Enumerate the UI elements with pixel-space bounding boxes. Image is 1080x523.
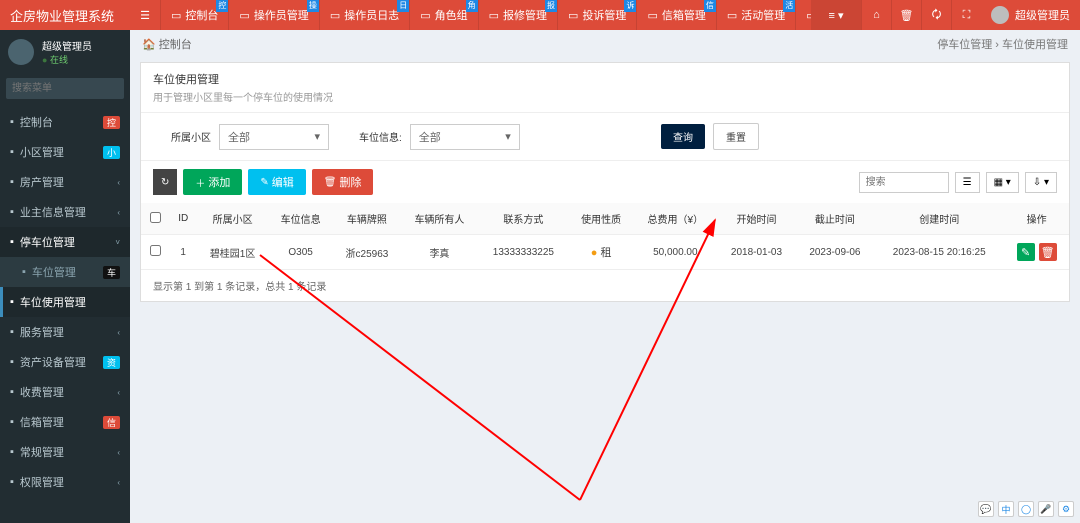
sidebar-item[interactable]: ▪常规管理‹	[0, 437, 130, 467]
edit-button[interactable]: ✎ 编辑	[248, 169, 305, 195]
sidebar-item[interactable]: ▪小区管理小	[0, 137, 130, 167]
column-header	[141, 203, 170, 235]
user-menu[interactable]: 超级管理员	[981, 0, 1080, 30]
top-tab[interactable]: ▭信箱管理信	[636, 0, 715, 30]
page-desc: 用于管理小区里每一个停车位的使用情况	[153, 89, 1057, 104]
refresh-icon[interactable]: 🗘	[921, 0, 951, 30]
add-button[interactable]: ＋添加	[183, 169, 242, 195]
column-header: 联系方式	[478, 203, 569, 235]
row-delete-button[interactable]: 🗑	[1039, 243, 1057, 261]
top-tab[interactable]: ▭操作员日志日	[319, 0, 409, 30]
sidebar-item[interactable]: ▪停车位管理˅	[0, 227, 130, 257]
table-search-input[interactable]	[859, 172, 949, 193]
filter-slot-select[interactable]: 全部▾	[410, 124, 520, 150]
select-all-checkbox[interactable]	[150, 212, 161, 223]
top-tab[interactable]: ▭控制台控	[160, 0, 228, 30]
page-title: 车位使用管理	[153, 71, 1057, 87]
delete-button[interactable]: 🗑 删除	[312, 169, 374, 195]
refresh-table-button[interactable]: ↻	[153, 169, 177, 195]
ft-circle-icon[interactable]: ◯	[1018, 501, 1034, 517]
breadcrumb: 停车位管理 › 车位使用管理	[937, 36, 1068, 52]
sidebar-item[interactable]: ▪服务管理‹	[0, 317, 130, 347]
sidebar-item[interactable]: ▪车位管理车	[0, 257, 130, 287]
view-grid-button[interactable]: ▦ ▾	[986, 172, 1019, 193]
app-logo: 企房物业管理系统	[0, 0, 130, 30]
column-header: 开始时间	[717, 203, 795, 235]
top-tab[interactable]: ▭投诉管理诉	[557, 0, 636, 30]
avatar	[8, 39, 34, 65]
user-panel: 超级管理员 在线	[0, 30, 130, 74]
ft-chat-icon[interactable]: 💬	[978, 501, 994, 517]
export-button[interactable]: ⇩ ▾	[1025, 172, 1057, 193]
panel-header: 车位使用管理 用于管理小区里每一个停车位的使用情况	[141, 63, 1069, 113]
column-header: 车辆牌照	[333, 203, 401, 235]
top-tab[interactable]: ▭活动管理活	[716, 0, 795, 30]
user-status: 在线	[42, 53, 92, 66]
sidebar-item[interactable]: ▪控制台控	[0, 107, 130, 137]
filter-community-label: 所属小区	[171, 129, 211, 144]
row-edit-button[interactable]: ✎	[1017, 243, 1035, 261]
view-list-button[interactable]: ☰	[955, 172, 980, 193]
search-button[interactable]: 查询	[661, 124, 705, 149]
sidebar-item[interactable]: ▪资产设备管理资	[0, 347, 130, 377]
sidebar-item[interactable]: ▪收费管理‹	[0, 377, 130, 407]
breadcrumb-home[interactable]: 🏠 控制台	[142, 36, 192, 52]
column-header: 创建时间	[874, 203, 1004, 235]
sidebar-item[interactable]: ▪业主信息管理‹	[0, 197, 130, 227]
menu-toggle[interactable]: ☰	[130, 0, 160, 30]
fullscreen-icon[interactable]: ⛶	[951, 0, 981, 30]
float-tools: 💬 中 ◯ 🎤 ⚙	[978, 501, 1074, 517]
column-header: 车位信息	[268, 203, 333, 235]
column-header: 所属小区	[197, 203, 268, 235]
reset-button[interactable]: 重置	[713, 123, 759, 150]
column-header: 车辆所有人	[401, 203, 478, 235]
row-checkbox[interactable]	[150, 245, 161, 256]
top-tab[interactable]: ▭角色组角	[409, 0, 477, 30]
trash-icon[interactable]: 🗑	[891, 0, 921, 30]
ft-lang-icon[interactable]: 中	[998, 501, 1014, 517]
column-header: 总费用（¥）	[633, 203, 717, 235]
table-row[interactable]: 1 碧桂园1区 O305 浙c25963 李真 13333333225 ● 租 …	[141, 235, 1069, 270]
column-header: ID	[170, 203, 197, 235]
sidebar-item[interactable]: ▪信箱管理信	[0, 407, 130, 437]
avatar	[991, 6, 1009, 24]
top-tab[interactable]: ▭房产管理房	[795, 0, 811, 30]
user-name-top: 超级管理员	[1015, 7, 1070, 23]
user-name: 超级管理员	[42, 38, 92, 53]
ft-gear-icon[interactable]: ⚙	[1058, 501, 1074, 517]
filter-community-select[interactable]: 全部▾	[219, 124, 329, 150]
topbar-dropdown[interactable]: ≡ ▾	[811, 0, 861, 30]
menu-search-input[interactable]	[6, 78, 124, 99]
sidebar-item[interactable]: ▪权限管理‹	[0, 467, 130, 497]
top-tab[interactable]: ▭操作员管理操	[228, 0, 318, 30]
pagination-info: 显示第 1 到第 1 条记录，总共 1 条记录	[141, 270, 1069, 301]
column-header: 截止时间	[796, 203, 874, 235]
column-header: 操作	[1004, 203, 1069, 235]
filter-slot-label: 车位信息:	[359, 129, 402, 144]
home-icon[interactable]: ⌂	[861, 0, 891, 30]
sidebar-item[interactable]: ▪房产管理‹	[0, 167, 130, 197]
sidebar-item[interactable]: ▪车位使用管理	[0, 287, 130, 317]
column-header: 使用性质	[569, 203, 634, 235]
ft-mic-icon[interactable]: 🎤	[1038, 501, 1054, 517]
top-tab[interactable]: ▭报修管理报	[478, 0, 557, 30]
